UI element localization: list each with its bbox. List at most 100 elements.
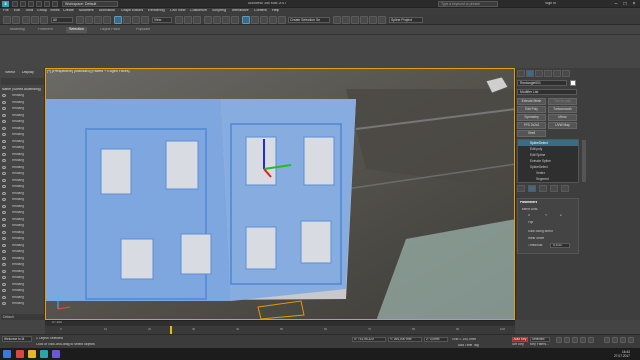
explorer-row[interactable]: Rectang xyxy=(2,249,44,255)
select-manipulate-icon[interactable] xyxy=(184,16,192,24)
redo-icon[interactable] xyxy=(44,1,50,7)
modifier-list-dropdown[interactable]: Modifier List xyxy=(517,89,577,95)
hierarchy-tab-icon[interactable] xyxy=(535,70,543,77)
tab-populate[interactable]: Populate xyxy=(136,28,150,32)
visibility-eye-icon[interactable] xyxy=(2,172,6,175)
axis-z-radio[interactable]: Z xyxy=(560,214,562,217)
menu-content[interactable]: Content xyxy=(254,9,267,13)
visibility-eye-icon[interactable] xyxy=(2,217,6,221)
create-tab-icon[interactable] xyxy=(517,70,525,77)
explorer-row[interactable]: Rectang xyxy=(2,165,44,171)
menu-animation[interactable]: Animation xyxy=(99,9,115,13)
tab-freeform[interactable]: Freeform xyxy=(38,28,53,32)
schematic-view-icon[interactable] xyxy=(342,16,350,24)
visibility-eye-icon[interactable] xyxy=(2,224,6,227)
object-color-swatch[interactable] xyxy=(570,80,576,86)
axis-x-radio[interactable]: X xyxy=(528,214,530,217)
play-icon[interactable] xyxy=(572,337,578,343)
visibility-eye-icon[interactable] xyxy=(2,165,6,169)
turn-to-poly-button[interactable]: Turn to poly xyxy=(548,98,577,105)
explorer-row[interactable]: Rectang xyxy=(2,126,44,132)
flip-checkbox[interactable]: Flip xyxy=(528,221,533,224)
align-icon[interactable] xyxy=(260,16,268,24)
explorer-row[interactable]: Rectang xyxy=(2,93,44,99)
material-editor-icon[interactable] xyxy=(351,16,359,24)
explorer-row[interactable]: Rectang xyxy=(2,158,44,164)
maximize-button[interactable]: □ xyxy=(621,1,629,7)
project-icon[interactable] xyxy=(52,1,58,7)
explorer-row[interactable]: Rectang xyxy=(2,106,44,112)
visibility-eye-icon[interactable] xyxy=(2,120,6,123)
visibility-eye-icon[interactable] xyxy=(2,250,6,253)
visibility-eye-icon[interactable] xyxy=(2,178,6,182)
visibility-eye-icon[interactable] xyxy=(2,237,6,240)
y-coordinate-field[interactable]: Y: 264,000 mm xyxy=(388,337,422,342)
explorer-row[interactable]: Rectang xyxy=(2,275,44,281)
symmetry-button[interactable]: Symmetry xyxy=(517,114,546,121)
visibility-eye-icon[interactable] xyxy=(2,185,6,188)
mirror-icon[interactable] xyxy=(251,16,259,24)
explorer-row[interactable]: Rectang xyxy=(2,152,44,158)
toggle-scene-explorer-icon[interactable] xyxy=(278,16,286,24)
new-icon[interactable] xyxy=(12,1,18,7)
explorer-row[interactable]: Rectang xyxy=(2,217,44,223)
explorer-row[interactable]: Rectang xyxy=(2,230,44,236)
key-mode-dropdown[interactable]: Selected xyxy=(530,337,550,342)
menu-group[interactable]: Group xyxy=(37,9,47,13)
stack-item-segment[interactable]: Segment xyxy=(518,176,578,182)
visibility-eye-icon[interactable] xyxy=(2,152,6,156)
menu-modifiers[interactable]: Modifiers xyxy=(79,9,94,13)
pin-stack-icon[interactable] xyxy=(517,185,525,192)
visibility-eye-icon[interactable] xyxy=(2,159,6,162)
select-scale-icon[interactable] xyxy=(132,16,140,24)
menu-interactive[interactable]: Interactive xyxy=(232,9,249,13)
turbosmooth-button[interactable]: Turbosmooth xyxy=(548,106,577,113)
menu-edit[interactable]: Edit xyxy=(14,9,20,13)
link-icon[interactable] xyxy=(22,16,30,24)
menu-file[interactable]: File xyxy=(3,9,9,13)
visibility-eye-icon[interactable] xyxy=(2,302,6,305)
parameters-title[interactable]: Parameters xyxy=(520,201,537,204)
select-rotate-icon[interactable] xyxy=(123,16,131,24)
explorer-footer[interactable]: Default xyxy=(1,314,44,320)
explorer-row[interactable]: Rectang xyxy=(2,295,44,301)
select-place-icon[interactable] xyxy=(141,16,149,24)
explorer-row[interactable]: Rectang xyxy=(2,256,44,262)
edit-named-selection-icon[interactable] xyxy=(242,16,250,24)
tab-modeling[interactable]: Modeling xyxy=(10,28,25,32)
undo-icon[interactable] xyxy=(36,1,42,7)
select-by-name-icon[interactable] xyxy=(85,16,93,24)
explorer-row[interactable]: Rectang xyxy=(2,269,44,275)
keyboard-shortcut-icon[interactable] xyxy=(193,16,201,24)
make-unique-icon[interactable] xyxy=(539,185,547,192)
explorer-row[interactable]: Rectang xyxy=(2,119,44,125)
visibility-eye-icon[interactable] xyxy=(2,256,6,260)
threshold-spinner[interactable]: 0.1mm xyxy=(550,243,570,248)
open-icon[interactable] xyxy=(20,1,26,7)
mirror-button[interactable]: Mirror xyxy=(548,114,577,121)
curve-editor-icon[interactable] xyxy=(333,16,341,24)
next-frame-icon[interactable] xyxy=(580,337,586,343)
auto-key-button[interactable]: Auto Key xyxy=(512,337,528,342)
visibility-eye-icon[interactable] xyxy=(2,282,6,286)
visibility-eye-icon[interactable] xyxy=(2,198,6,201)
extrude-mesh-button[interactable]: Extrude Mesh xyxy=(517,98,546,105)
axis-y-radio[interactable]: Y xyxy=(545,214,547,217)
taskbar-app-icon[interactable] xyxy=(52,350,60,358)
visibility-eye-icon[interactable] xyxy=(2,146,6,149)
visibility-eye-icon[interactable] xyxy=(2,269,6,273)
visibility-eye-icon[interactable] xyxy=(2,263,6,266)
orbit-icon[interactable] xyxy=(620,337,626,343)
explorer-row[interactable]: Rectang xyxy=(2,223,44,229)
undo-tool-icon[interactable] xyxy=(3,16,11,24)
explorer-row[interactable]: Rectang xyxy=(2,184,44,190)
explorer-row[interactable]: Rectang xyxy=(2,288,44,294)
selection-set-dropdown[interactable]: Create Selection Se xyxy=(288,17,330,23)
tab-object-paint[interactable]: Object Paint xyxy=(100,28,120,32)
layer-explorer-icon[interactable] xyxy=(269,16,277,24)
menu-graph-editors[interactable]: Graph Editors xyxy=(121,9,143,13)
maxscript-listener[interactable]: Welcome to M xyxy=(2,336,32,342)
explorer-row[interactable]: Rectang xyxy=(2,262,44,268)
explorer-row[interactable]: Rectang xyxy=(2,204,44,210)
app-logo[interactable]: 3 xyxy=(2,1,9,7)
